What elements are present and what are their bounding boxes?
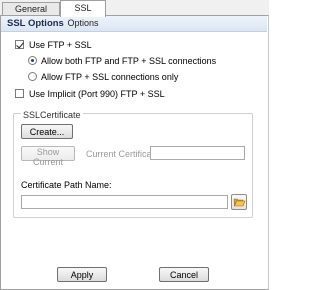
use-ftp-ssl-checkbox[interactable] <box>15 40 24 49</box>
apply-button[interactable]: Apply <box>57 267 107 282</box>
section-title: SSL Options <box>7 18 64 29</box>
allow-ssl-only-label: Allow FTP + SSL connections only <box>41 72 179 82</box>
current-certificate-field <box>150 146 245 160</box>
show-current-button[interactable]: Show Current <box>21 146 75 167</box>
use-ftp-ssl-label: Use FTP + SSL <box>29 40 92 50</box>
certificate-path-input[interactable] <box>21 195 228 209</box>
tab-strip: General Settings SSL Options <box>0 0 269 28</box>
tab-ssl-options[interactable]: SSL Options <box>60 0 106 28</box>
browse-button[interactable] <box>231 194 247 210</box>
use-implicit-label: Use Implicit (Port 990) FTP + SSL <box>29 89 165 99</box>
folder-open-icon <box>233 198 246 207</box>
use-implicit-checkbox[interactable] <box>15 89 24 98</box>
section-header: SSL Options <box>1 16 267 32</box>
allow-both-label: Allow both FTP and FTP + SSL connections <box>41 56 217 66</box>
allow-both-radio[interactable] <box>28 56 37 65</box>
tab-general-settings[interactable]: General Settings <box>2 2 60 27</box>
allow-ssl-only-radio[interactable] <box>28 72 37 81</box>
create-certificate-button[interactable]: Create... <box>21 124 73 139</box>
cancel-button[interactable]: Cancel <box>159 267 209 282</box>
certificate-path-label: Certificate Path Name: <box>21 180 112 190</box>
ssl-certificate-group-label: SSLCertificate <box>21 110 83 120</box>
